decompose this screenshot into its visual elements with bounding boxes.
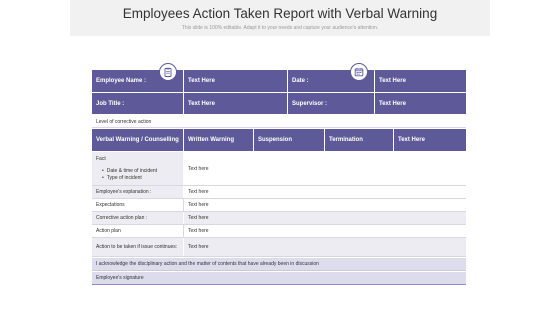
page-title: Employees Action Taken Report with Verba…: [122, 6, 438, 21]
fact-value[interactable]: Text here: [184, 152, 466, 185]
fact-bullet: Type of incident: [102, 175, 157, 182]
row-value[interactable]: Text here: [184, 225, 466, 237]
row-label: Action plan: [92, 225, 184, 237]
clipboard-icon: [159, 63, 177, 81]
fact-bullets: Date & time of incident Type of incident: [96, 168, 157, 182]
row-value[interactable]: Text here: [184, 199, 466, 211]
info-row-2: Job Title : Text Here Supervisor : Text …: [92, 93, 466, 114]
date-value[interactable]: Text Here: [375, 70, 466, 92]
row-label: Action to be taken if issue continues:: [92, 238, 184, 256]
action-suspension[interactable]: Suspension: [254, 129, 325, 151]
action-text-here[interactable]: Text Here: [394, 129, 466, 151]
row-value[interactable]: Text here: [184, 212, 466, 224]
row-value[interactable]: Text here: [184, 186, 466, 198]
table-row: Expectations Text here: [92, 199, 466, 212]
acknowledge-text: I acknowledge the disciplinary action an…: [96, 261, 319, 267]
job-title-value[interactable]: Text Here: [184, 93, 288, 114]
supervisor-value[interactable]: Text Here: [375, 93, 466, 114]
level-row: Level of corrective action: [92, 116, 466, 128]
action-verbal-warning[interactable]: Verbal Warning / Counselling: [92, 129, 184, 151]
calendar-icon: [350, 63, 368, 81]
supervisor-label: Supervisor :: [288, 93, 375, 114]
fact-label: Fact: [96, 156, 106, 162]
table-row: Corrective action plan : Text here: [92, 212, 466, 225]
table-row: Employee's explanation : Text here: [92, 186, 466, 199]
signature-row: Employee's signature: [92, 272, 466, 285]
employee-name-value[interactable]: Text Here: [184, 70, 288, 92]
info-row-1: Employee Name : Text Here Date : Text He…: [92, 70, 466, 92]
action-written-warning[interactable]: Written Warning: [184, 129, 254, 151]
actions-row: Verbal Warning / Counselling Written War…: [92, 129, 466, 151]
fact-bullet: Date & time of incident: [102, 168, 157, 175]
level-label: Level of corrective action: [96, 118, 152, 125]
job-title-label: Job Title :: [92, 93, 184, 114]
fact-label-cell: Fact Date & time of incident Type of inc…: [92, 152, 184, 185]
row-value[interactable]: Text here: [184, 238, 466, 256]
row-label: Employee's explanation :: [92, 186, 184, 198]
row-label: Expectations: [92, 199, 184, 211]
acknowledge-row: I acknowledge the disciplinary action an…: [92, 258, 466, 271]
page-subtitle: This slide is 100% editable. Adapt it to…: [181, 25, 379, 31]
row-label: Corrective action plan :: [92, 212, 184, 224]
signature-label[interactable]: Employee's signature: [92, 272, 144, 284]
table-row: Action plan Text here: [92, 225, 466, 238]
action-termination[interactable]: Termination: [325, 129, 394, 151]
table-row: Action to be taken if issue continues: T…: [92, 238, 466, 257]
fact-row: Fact Date & time of incident Type of inc…: [92, 152, 466, 186]
